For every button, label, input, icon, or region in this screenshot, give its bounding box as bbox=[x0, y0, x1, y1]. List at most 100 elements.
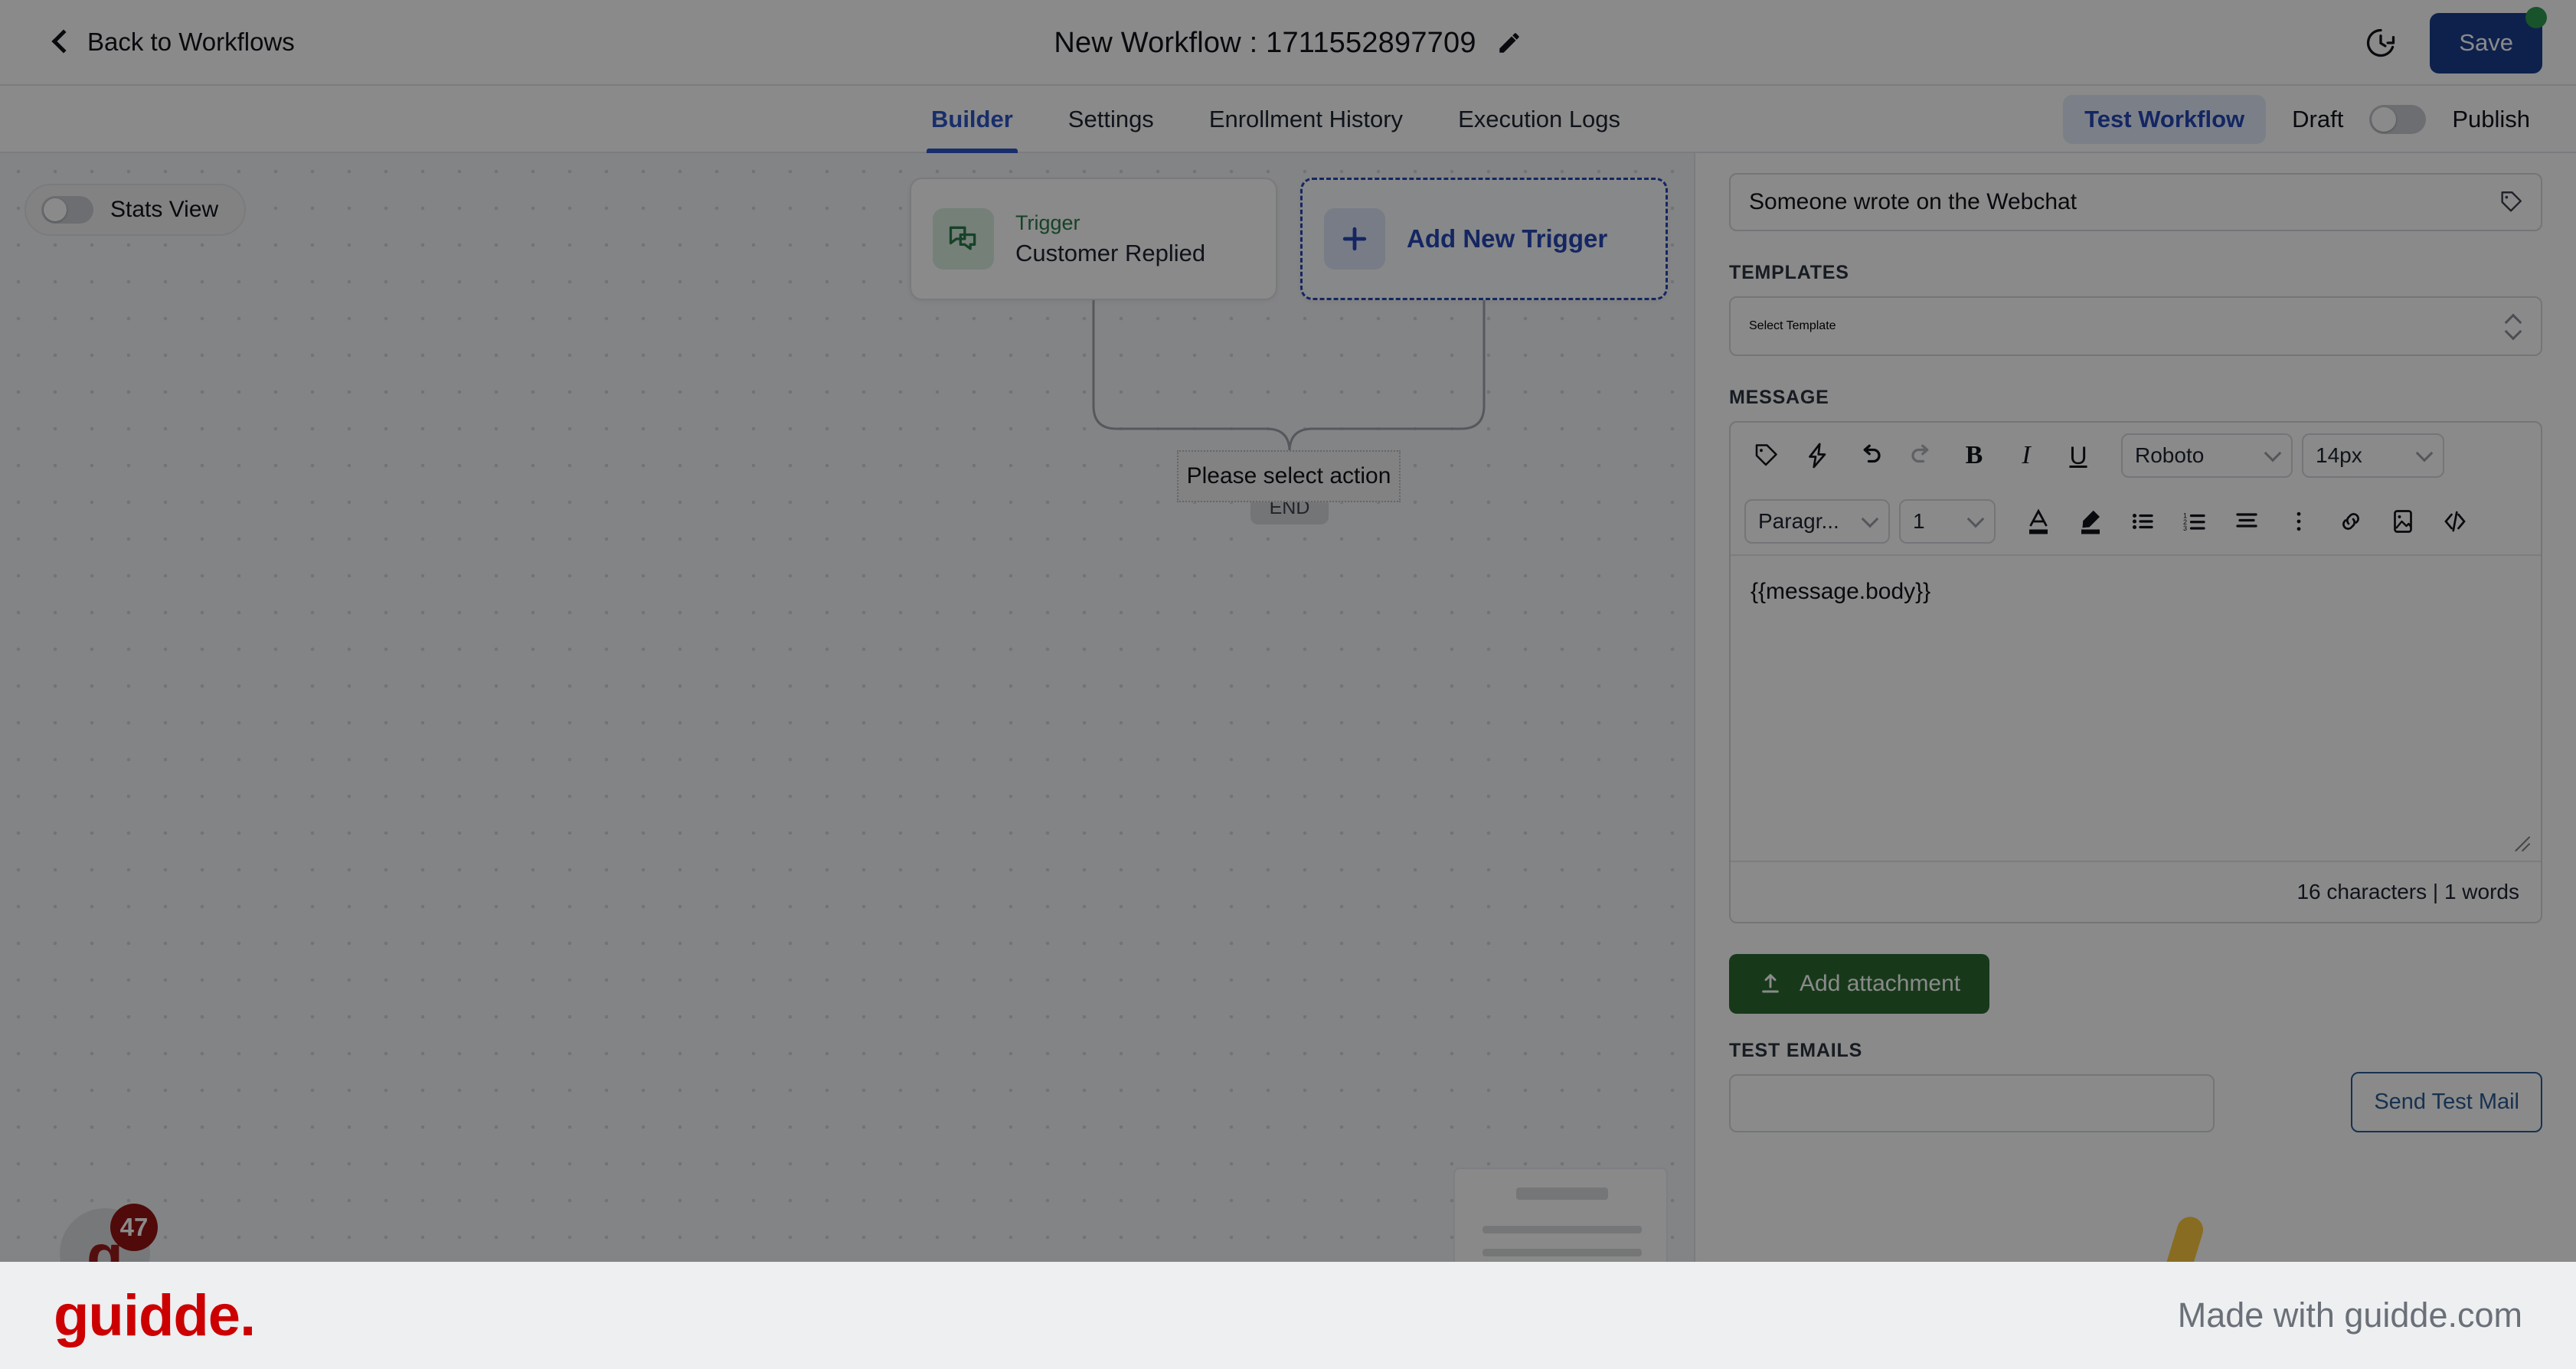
add-new-trigger-node[interactable]: Add New Trigger bbox=[1300, 178, 1668, 300]
ghost-bar bbox=[1483, 1226, 1642, 1233]
templates-label: TEMPLATES bbox=[1729, 262, 1849, 283]
trigger-name-field[interactable]: Someone wrote on the Webchat bbox=[1729, 173, 2542, 231]
workflow-canvas[interactable] bbox=[0, 153, 1694, 1262]
send-test-mail-button[interactable]: Send Test Mail bbox=[2351, 1072, 2542, 1132]
tab-execution-logs[interactable]: Execution Logs bbox=[1430, 86, 1648, 153]
align-icon[interactable] bbox=[2225, 500, 2268, 543]
trigger-node[interactable]: Trigger Customer Replied bbox=[910, 178, 1277, 300]
chevron-updown-icon bbox=[2507, 316, 2521, 336]
template-select-placeholder: Select Template bbox=[1749, 319, 1836, 332]
test-emails-input[interactable] bbox=[1729, 1074, 2215, 1132]
back-to-workflows-label: Back to Workflows bbox=[87, 28, 295, 56]
select-action-tooltip: Please select action bbox=[1177, 450, 1401, 502]
back-to-workflows-link[interactable]: Back to Workflows bbox=[51, 28, 295, 57]
trigger-node-text: Trigger Customer Replied bbox=[1015, 211, 1205, 267]
history-clock-icon[interactable] bbox=[2364, 26, 2398, 60]
bold-glyph: B bbox=[1965, 441, 1983, 469]
font-color-icon[interactable] bbox=[2017, 500, 2060, 543]
save-button[interactable]: Save bbox=[2430, 6, 2547, 74]
code-icon[interactable] bbox=[2434, 500, 2476, 543]
more-options-icon[interactable] bbox=[2277, 500, 2320, 543]
message-body-input[interactable]: {{message.body}} bbox=[1731, 554, 2541, 861]
publish-toggle-knob bbox=[2372, 107, 2397, 132]
character-counter-text: 16 characters | 1 words bbox=[2296, 880, 2519, 903]
redo-icon[interactable] bbox=[1901, 434, 1943, 477]
test-emails-label: TEST EMAILS bbox=[1729, 1040, 1863, 1061]
tab-enrollment-history[interactable]: Enrollment History bbox=[1182, 86, 1430, 153]
block-format-select[interactable]: Paragr... bbox=[1744, 499, 1890, 544]
publish-toggle[interactable] bbox=[2369, 105, 2427, 134]
tab-enrollment-history-label: Enrollment History bbox=[1208, 106, 1404, 132]
message-editor: B I U Roboto 14px Paragr... 1 1 2 3 {{me… bbox=[1729, 421, 2542, 923]
top-bar-actions: Save bbox=[2364, 0, 2547, 86]
svg-text:3: 3 bbox=[2183, 524, 2187, 532]
chevron-left-icon bbox=[51, 29, 76, 54]
upload-icon bbox=[1762, 974, 1779, 993]
guidde-widget-badge: 47 bbox=[110, 1204, 158, 1251]
stats-view-toggle-knob bbox=[44, 198, 67, 221]
font-family-value: Roboto bbox=[2135, 443, 2205, 467]
font-size-select[interactable]: 14px bbox=[2302, 433, 2444, 478]
underline-icon[interactable]: U bbox=[2057, 434, 2100, 477]
ghost-bar bbox=[1483, 1249, 1642, 1256]
guidde-logo: guidde. bbox=[54, 1282, 256, 1348]
editor-toolbar-row-1: B I U Roboto 14px bbox=[1731, 423, 2541, 488]
tab-builder-label: Builder bbox=[931, 106, 1013, 132]
tag-icon[interactable] bbox=[2498, 189, 2524, 215]
tab-settings-label: Settings bbox=[1067, 106, 1154, 132]
add-attachment-label: Add attachment bbox=[1800, 971, 1961, 996]
stats-view-label: Stats View bbox=[110, 197, 219, 222]
ghost-bar bbox=[1516, 1188, 1608, 1200]
plus-icon bbox=[1324, 208, 1385, 270]
trigger-node-name: Customer Replied bbox=[1015, 239, 1206, 266]
block-format-value: Paragr... bbox=[1758, 509, 1839, 533]
tab-list: Builder Settings Enrollment History Exec… bbox=[904, 86, 1648, 153]
tab-execution-logs-label: Execution Logs bbox=[1458, 106, 1621, 132]
test-workflow-button[interactable]: Test Workflow bbox=[2063, 95, 2267, 144]
link-icon[interactable] bbox=[2329, 500, 2372, 543]
line-height-select[interactable]: 1 bbox=[1899, 499, 1996, 544]
publish-label: Publish bbox=[2452, 106, 2530, 132]
stats-view-toggle[interactable] bbox=[41, 196, 93, 224]
resize-handle[interactable] bbox=[2510, 832, 2533, 854]
bullet-list-icon[interactable] bbox=[2121, 500, 2164, 543]
workflow-title-block: New Workflow : 1711552897709 bbox=[0, 0, 2576, 86]
chevron-down-icon bbox=[2415, 444, 2434, 462]
bold-icon[interactable]: B bbox=[1953, 434, 1996, 477]
template-select[interactable]: Select Template bbox=[1729, 296, 2542, 356]
guidde-footer: guidde. Made with guidde.com bbox=[0, 1262, 2576, 1369]
highlight-icon[interactable] bbox=[2069, 500, 2112, 543]
action-config-panel: Someone wrote on the Webchat TEMPLATES S… bbox=[1694, 153, 2576, 1262]
message-body-text: {{message.body}} bbox=[1751, 579, 1931, 604]
font-size-value: 14px bbox=[2316, 443, 2362, 467]
draft-label: Draft bbox=[2292, 106, 2344, 132]
image-icon[interactable] bbox=[2381, 500, 2424, 543]
test-emails-section: TEST EMAILS Send Test Mail bbox=[1729, 1040, 2542, 1132]
chevron-down-icon bbox=[1861, 510, 1879, 528]
top-bar: Back to Workflows New Workflow : 1711552… bbox=[0, 0, 2576, 86]
save-button-label: Save bbox=[2459, 28, 2513, 56]
add-attachment-button[interactable]: Add attachment bbox=[1729, 954, 1990, 1014]
numbered-list-icon[interactable]: 1 2 3 bbox=[2173, 500, 2216, 543]
line-height-value: 1 bbox=[1913, 509, 1925, 533]
tab-settings[interactable]: Settings bbox=[1041, 86, 1182, 153]
lightning-bolt-icon[interactable] bbox=[1796, 434, 1839, 477]
made-with-guidde-text: Made with guidde.com bbox=[2177, 1295, 2522, 1335]
chevron-down-icon bbox=[2264, 444, 2282, 462]
trigger-name-value: Someone wrote on the Webchat bbox=[1749, 189, 2077, 214]
stats-view-toggle-pill[interactable]: Stats View bbox=[25, 184, 247, 236]
chat-bubbles-icon bbox=[933, 208, 994, 270]
pencil-icon[interactable] bbox=[1496, 30, 1522, 56]
underline-glyph: U bbox=[2069, 441, 2087, 469]
font-family-select[interactable]: Roboto bbox=[2121, 433, 2293, 478]
message-label: MESSAGE bbox=[1729, 387, 1829, 408]
character-counter: 16 characters | 1 words bbox=[1731, 861, 2541, 922]
tab-builder[interactable]: Builder bbox=[904, 86, 1041, 153]
test-emails-field-group: TEST EMAILS bbox=[1729, 1040, 2320, 1132]
undo-icon[interactable] bbox=[1849, 434, 1891, 477]
italic-glyph: I bbox=[2022, 441, 2031, 469]
tag-icon[interactable] bbox=[1744, 434, 1787, 477]
dim-overlay-wrapper: Back to Workflows New Workflow : 1711552… bbox=[0, 0, 2576, 1309]
italic-icon[interactable]: I bbox=[2005, 434, 2048, 477]
select-action-tooltip-text: Please select action bbox=[1186, 463, 1391, 488]
